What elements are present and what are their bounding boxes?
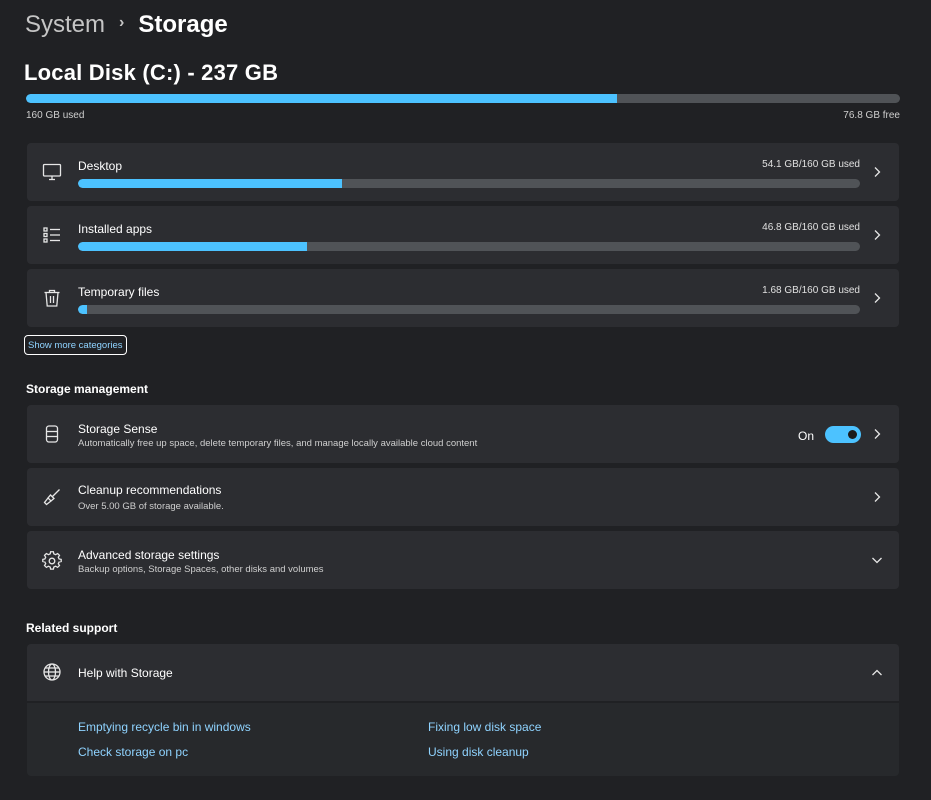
cleanup-description: Over 5.00 GB of storage available. [78, 501, 224, 512]
disk-used-label: 160 GB used [26, 110, 85, 121]
help-with-storage-header[interactable]: Help with Storage [27, 644, 899, 701]
storage-drive-icon [42, 424, 62, 444]
cleanup-title: Cleanup recommendations [78, 483, 222, 497]
help-link-using-disk-cleanup[interactable]: Using disk cleanup [428, 745, 529, 759]
chevron-right-icon [871, 428, 883, 440]
category-usage-fill [78, 242, 308, 251]
category-desktop[interactable]: Desktop 54.1 GB/160 GB used [27, 143, 899, 201]
monitor-icon [42, 162, 62, 182]
chevron-up-icon [871, 667, 883, 679]
storage-sense-toggle-label: On [797, 429, 814, 443]
cleanup-recommendations-row[interactable]: Cleanup recommendations Over 5.00 GB of … [27, 468, 899, 526]
help-link-emptying-recycle-bin[interactable]: Emptying recycle bin in windows [78, 720, 251, 734]
category-size: 54.1 GB/160 GB used [762, 159, 860, 170]
storage-sense-row[interactable]: Storage Sense Automatically free up spac… [27, 405, 899, 463]
chevron-down-icon [871, 554, 883, 566]
advanced-storage-title: Advanced storage settings [78, 548, 220, 562]
help-link-fixing-low-disk-space[interactable]: Fixing low disk space [428, 720, 541, 734]
storage-sense-description: Automatically free up space, delete temp… [78, 438, 478, 449]
advanced-storage-description: Backup options, Storage Spaces, other di… [78, 564, 324, 575]
page-title: Storage [138, 11, 228, 38]
breadcrumb: System › Storage [25, 8, 228, 42]
disk-usage-fill [26, 94, 617, 103]
chevron-right-icon [871, 166, 883, 178]
advanced-storage-settings-row[interactable]: Advanced storage settings Backup options… [27, 531, 899, 589]
category-usage-bar [78, 305, 860, 314]
broom-icon [42, 487, 62, 507]
category-installed-apps[interactable]: Installed apps 46.8 GB/160 GB used [27, 206, 899, 264]
category-usage-fill [78, 179, 343, 188]
show-more-categories-link[interactable]: Show more categories [24, 335, 127, 355]
trash-icon [42, 288, 62, 308]
storage-settings-page: System › Storage Local Disk (C:) - 237 G… [0, 0, 931, 800]
gear-icon [42, 551, 62, 571]
help-links-panel: Emptying recycle bin in windows Fixing l… [27, 703, 899, 776]
toggle-knob [848, 430, 857, 439]
category-usage-bar [78, 179, 860, 188]
category-label: Installed apps [78, 222, 153, 236]
storage-management-heading: Storage management [26, 382, 149, 396]
chevron-right-icon [871, 292, 883, 304]
disk-usage-bar [26, 94, 900, 103]
category-size: 46.8 GB/160 GB used [762, 222, 860, 233]
breadcrumb-system-link[interactable]: System [25, 11, 105, 39]
related-support-heading: Related support [26, 621, 118, 635]
list-icon [42, 225, 62, 245]
category-usage-bar [78, 242, 860, 251]
storage-sense-title: Storage Sense [78, 422, 158, 436]
category-usage-fill [78, 305, 87, 314]
breadcrumb-separator-icon: › [119, 14, 125, 31]
category-label: Temporary files [78, 285, 160, 299]
disk-title: Local Disk (C:) - 237 GB [24, 60, 279, 85]
chevron-right-icon [871, 491, 883, 503]
help-with-storage-title: Help with Storage [78, 666, 173, 680]
chevron-right-icon [871, 229, 883, 241]
storage-sense-toggle[interactable] [825, 426, 861, 443]
category-size: 1.68 GB/160 GB used [762, 285, 860, 296]
help-link-check-storage[interactable]: Check storage on pc [78, 745, 188, 759]
category-label: Desktop [78, 159, 123, 173]
globe-icon [42, 662, 62, 682]
disk-free-label: 76.8 GB free [843, 110, 900, 121]
category-temporary-files[interactable]: Temporary files 1.68 GB/160 GB used [27, 269, 899, 327]
